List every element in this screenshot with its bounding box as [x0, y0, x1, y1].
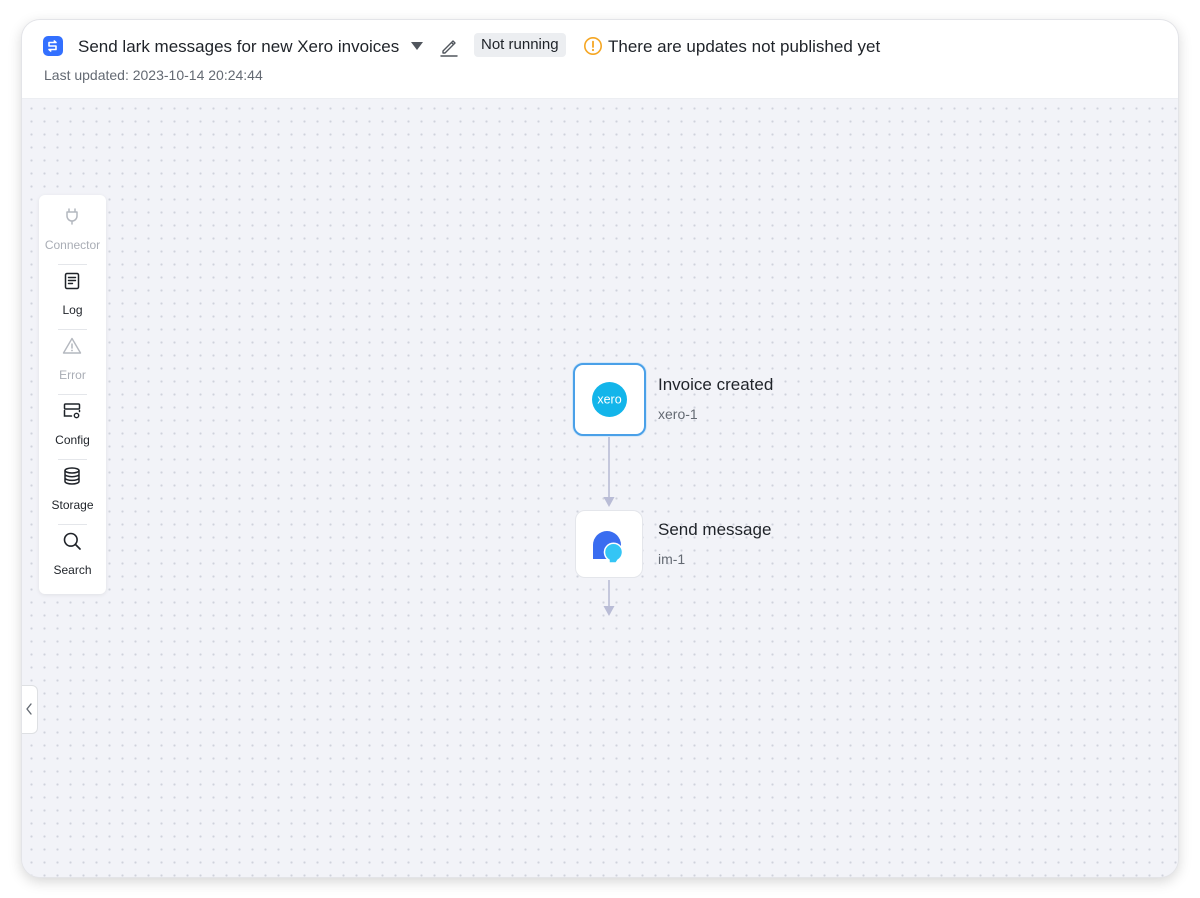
node-title: Invoice created — [658, 375, 774, 394]
plug-icon — [66, 208, 78, 225]
flow-node-send-message[interactable] — [575, 510, 643, 578]
toolbar-error[interactable]: Error — [39, 325, 106, 390]
node-title: Send message — [658, 520, 772, 539]
toolbar-label: Storage — [51, 498, 94, 512]
toolbar-label: Search — [53, 563, 92, 577]
log-document-icon — [64, 272, 80, 290]
edit-pencil-icon[interactable] — [438, 36, 460, 58]
search-icon — [63, 532, 81, 550]
toolbar-label: Log — [62, 303, 83, 317]
unpublished-warning-text: There are updates not published yet — [608, 37, 881, 56]
toolbar-label: Config — [55, 433, 90, 447]
last-updated-text: Last updated: 2023-10-14 20:24:44 — [44, 67, 263, 83]
workflow-title: Send lark messages for new Xero invoices — [78, 37, 400, 56]
toolbar-search[interactable]: Search — [39, 520, 106, 585]
workflow-app-icon — [43, 36, 63, 56]
node-id: xero-1 — [658, 406, 698, 422]
side-toolbar: Connector Log Error Config Storage Searc… — [39, 195, 106, 594]
toolbar-label: Connector — [44, 238, 101, 252]
title-dropdown-caret-icon[interactable] — [411, 42, 423, 50]
toolbar-label: Error — [59, 368, 86, 382]
header: Send lark messages for new Xero invoices… — [22, 20, 1178, 99]
node-id: im-1 — [658, 551, 686, 567]
xero-logo-text: xero — [597, 393, 621, 407]
config-icon — [63, 403, 81, 419]
chat-bubbles-icon — [593, 531, 624, 564]
toolbar-storage[interactable]: Storage — [39, 455, 106, 520]
app-window: Send lark messages for new Xero invoices… — [22, 20, 1178, 877]
toolbar-config[interactable]: Config — [39, 390, 106, 455]
flow-node-invoice-created[interactable]: xero — [573, 363, 646, 436]
status-badge: Not running — [474, 33, 566, 57]
collapse-panel-button[interactable] — [22, 685, 38, 734]
warning-triangle-icon — [62, 337, 82, 354]
xero-logo-icon: xero — [592, 382, 627, 417]
flow-canvas[interactable]: Connector Log Error Config Storage Searc… — [22, 99, 1178, 877]
warning-circle-icon — [583, 36, 603, 56]
chevron-left-icon — [26, 703, 32, 715]
toolbar-connector[interactable]: Connector — [39, 195, 106, 260]
database-icon — [64, 467, 80, 485]
toolbar-log[interactable]: Log — [39, 260, 106, 325]
